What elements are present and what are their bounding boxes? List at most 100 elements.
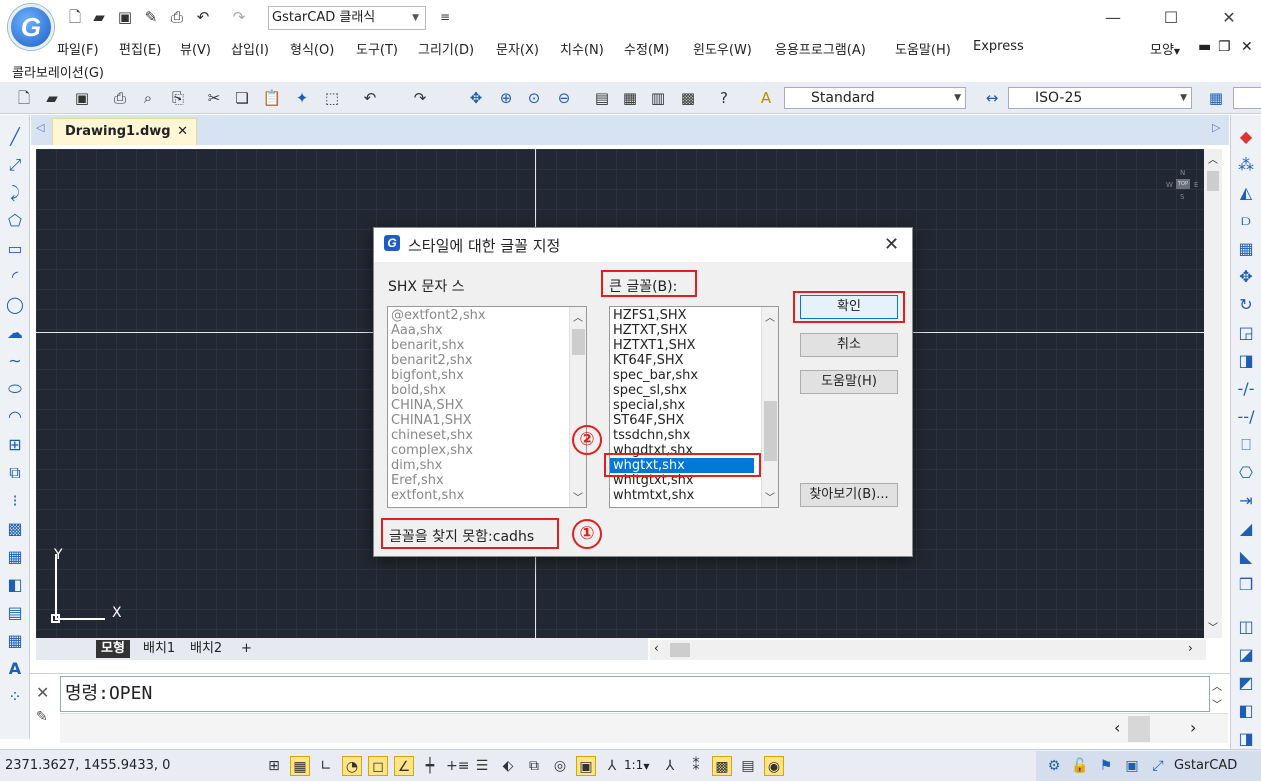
save-icon[interactable]: ▣ (116, 8, 134, 26)
annotation-icon[interactable]: ⅄ (602, 756, 622, 776)
doc-restore-icon[interactable]: ❐ (1218, 39, 1231, 55)
print-icon[interactable]: ⎙ (110, 88, 130, 108)
stretch-icon[interactable]: ◨ (1236, 351, 1256, 371)
shx-font-item[interactable]: complex,shx (388, 443, 586, 458)
dim-style-select[interactable]: ISO-25 ▼ (1008, 87, 1192, 109)
insert-block-icon[interactable]: ⊞ (5, 435, 25, 455)
spline-icon[interactable]: ∼ (5, 351, 25, 371)
tab-layout1[interactable]: 배치1 (138, 640, 180, 658)
doc-minimize-icon[interactable]: ▬ (1198, 39, 1211, 55)
hatch-icon[interactable]: ▩ (5, 519, 25, 539)
big-font-item[interactable]: ST64F,SHX (610, 413, 778, 428)
layer-previous-icon[interactable]: ◩ (1236, 673, 1256, 693)
dim-style-icon[interactable]: ↔ (982, 88, 1002, 108)
fullscreen-icon[interactable]: ⤢ (1148, 756, 1168, 776)
print-preview-icon[interactable]: ⌕ (138, 88, 158, 108)
make-block-icon[interactable]: ⧉ (5, 463, 25, 483)
big-font-item[interactable]: HZTXT,SHX (610, 323, 778, 338)
shx-font-item[interactable]: chineset,shx (388, 428, 586, 443)
match-properties-icon[interactable]: ✦ (292, 88, 312, 108)
ok-button[interactable]: 확인 (800, 295, 898, 319)
table-icon[interactable]: ▦ (5, 631, 25, 651)
mirror-icon[interactable]: ◭ (1236, 183, 1256, 203)
hardware-acceleration-icon[interactable]: ▣ (1122, 756, 1142, 776)
wipeout-icon[interactable]: ▤ (5, 603, 25, 623)
offset-icon[interactable]: ⫐ (1236, 211, 1256, 231)
command-input[interactable]: ‹ › (60, 713, 1228, 743)
properties-icon[interactable]: ▤ (592, 88, 612, 108)
polygon-icon[interactable]: ⬠ (5, 211, 25, 231)
revision-cloud-icon[interactable]: ☁ (5, 323, 25, 343)
close-tab-icon[interactable]: ✕ (177, 119, 188, 144)
maximize-button[interactable]: ☐ (1156, 6, 1186, 30)
join-icon[interactable]: ⇥ (1236, 491, 1256, 511)
shx-font-item[interactable]: CHINA1,SHX (388, 413, 586, 428)
polyline-icon[interactable]: ⤸ (5, 183, 25, 203)
3d-osnap-icon[interactable]: ◎ (550, 756, 570, 776)
menu-help[interactable]: 도움말(H) (895, 39, 951, 58)
tool-palette-icon[interactable]: ▥ (648, 88, 668, 108)
save-icon[interactable]: ▣ (72, 88, 92, 108)
tab-layout2[interactable]: 배치2 (185, 640, 227, 658)
pan-icon[interactable]: ✥ (466, 88, 486, 108)
menu-window[interactable]: 윈도우(W) (693, 39, 752, 58)
scale-icon[interactable]: ◲ (1236, 323, 1256, 343)
close-command-icon[interactable]: ✕ (36, 683, 49, 702)
layer-states-icon[interactable]: ◪ (1236, 645, 1256, 665)
copy-object-icon[interactable]: ⁂ (1236, 155, 1256, 175)
layer-isolate-icon[interactable]: ◧ (1236, 701, 1256, 721)
cut-icon[interactable]: ✂ (204, 88, 224, 108)
rotate-icon[interactable]: ↻ (1236, 295, 1256, 315)
vertical-scrollbar[interactable]: ︿ ﹀ (1204, 149, 1222, 638)
viewcube[interactable]: N W TOP E S (1166, 169, 1202, 205)
construction-line-icon[interactable]: ⤢ (5, 155, 25, 175)
menu-text[interactable]: 문자(X) (496, 39, 539, 58)
tab-model[interactable]: 모형 (96, 640, 130, 658)
menu-draw[interactable]: 그리기(D) (418, 39, 474, 58)
chamfer-icon[interactable]: ◢ (1236, 519, 1256, 539)
shx-font-item[interactable]: dim,shx (388, 458, 586, 473)
menu-insert[interactable]: 삽입(I) (231, 39, 269, 58)
menu-apps[interactable]: 응용프로그램(A) (775, 39, 866, 58)
dynamic-input-icon[interactable]: +≡ (446, 756, 469, 776)
line-icon[interactable]: ╱ (5, 127, 25, 147)
redo-icon[interactable]: ↷ (230, 8, 248, 26)
table-style-select[interactable] (1233, 87, 1261, 109)
auto-scale-icon[interactable]: ⁑ (686, 756, 706, 776)
shx-font-item[interactable]: extfont,shx (388, 488, 586, 503)
help-button[interactable]: 도움말(H) (800, 370, 898, 394)
notification-icon[interactable]: ⚑ (1096, 756, 1116, 776)
point-icon[interactable]: ⁝ (5, 491, 25, 511)
lock-icon[interactable]: 🔓 (1070, 756, 1090, 776)
quick-properties-icon[interactable]: ▤ (738, 756, 758, 776)
mtext-icon[interactable]: A (5, 659, 25, 679)
text-style-icon[interactable]: A (756, 88, 776, 108)
cancel-button[interactable]: 취소 (800, 333, 898, 357)
plot-icon[interactable]: ⎘ (168, 88, 188, 108)
layer-icon[interactable]: ◫ (1236, 617, 1256, 637)
move-icon[interactable]: ✥ (1236, 267, 1256, 287)
text-style-select[interactable]: Standard ▼ (784, 87, 966, 109)
shx-font-item[interactable]: Eref,shx (388, 473, 586, 488)
settings-gear-icon[interactable]: ⚙ (1044, 756, 1064, 776)
dialog-close-button[interactable]: ✕ (884, 234, 899, 255)
redo-icon[interactable]: ↷ (410, 88, 430, 108)
menu-file[interactable]: 파일(F) (57, 39, 99, 58)
new-file-icon[interactable]: 🗋 (66, 8, 84, 26)
big-font-item[interactable]: special,shx (610, 398, 778, 413)
model-space-icon[interactable]: ▣ (576, 756, 596, 776)
open-folder-icon[interactable]: ▰ (90, 8, 108, 26)
polar-tracking-icon[interactable]: ◔ (342, 756, 362, 776)
shx-font-item[interactable]: bigfont,shx (388, 368, 586, 383)
undo-icon[interactable]: ↶ (194, 8, 212, 26)
explode-icon[interactable]: ❒ (1236, 575, 1256, 595)
clean-screen-icon[interactable]: ◉ (764, 756, 784, 776)
erase-icon[interactable]: ◆ (1236, 127, 1256, 147)
object-snap-icon[interactable]: ◻ (368, 756, 388, 776)
undo-icon[interactable]: ↶ (360, 88, 380, 108)
browse-button[interactable]: 찾아보기(B)... (800, 483, 898, 507)
array-icon[interactable]: ▦ (1236, 239, 1256, 259)
menu-dimension[interactable]: 치수(N) (560, 39, 604, 58)
menu-collaboration[interactable]: 콜라보레이션(G) (12, 62, 104, 81)
design-center-icon[interactable]: ▦ (620, 88, 640, 108)
